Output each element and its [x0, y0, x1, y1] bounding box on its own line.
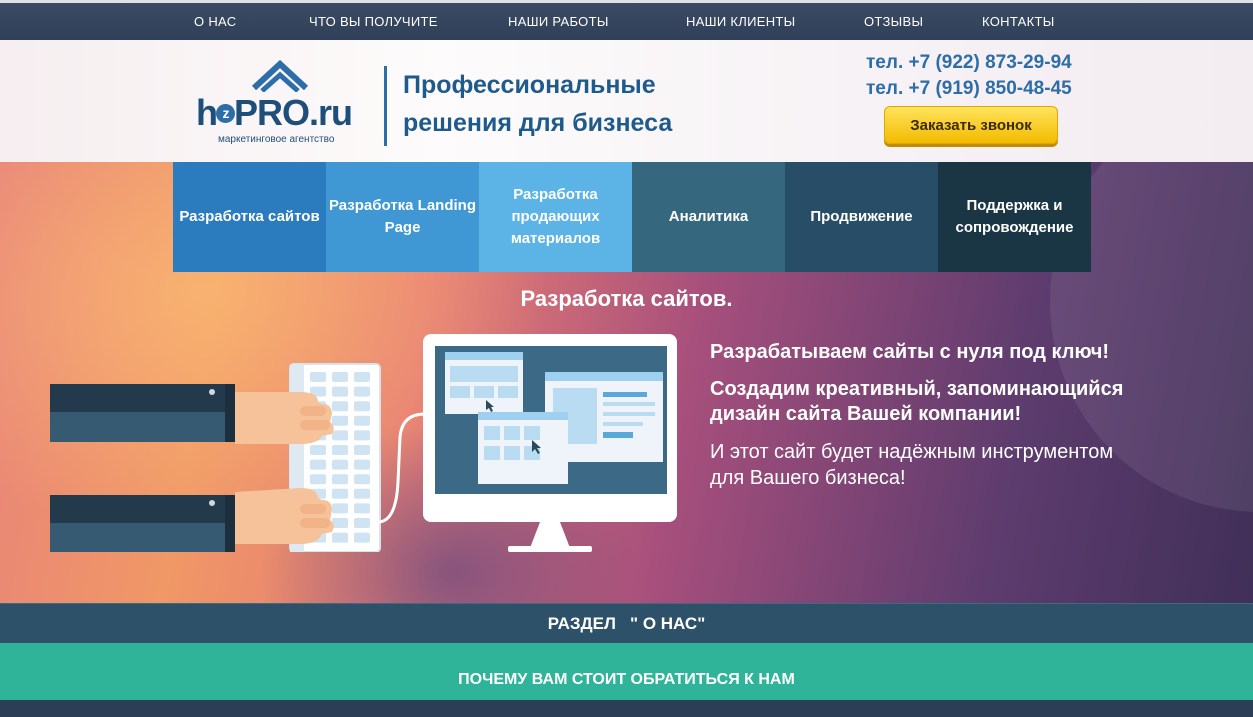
service-tab-promotion[interactable]: Продвижение — [785, 162, 938, 272]
site-header: h z PRO.ru маркетинговое агентство Професс… — [0, 40, 1253, 163]
keyboard-key — [354, 474, 370, 485]
nav-benefits[interactable]: ЧТО ВЫ ПОЛУЧИТЕ — [309, 14, 438, 29]
hero-title: Разработка сайтов. — [520, 286, 733, 311]
keyboard-key — [332, 430, 348, 441]
keyboard-key — [332, 415, 348, 426]
keyboard-key — [332, 474, 348, 485]
hero-paragraph-2: Создадим креативный, запоминающийся диза… — [710, 378, 1124, 425]
keyboard-key — [354, 503, 370, 514]
keyboard-key — [310, 445, 326, 455]
keyboard-key — [332, 459, 348, 470]
top-navigation: О НАС ЧТО ВЫ ПОЛУЧИТЕ НАШИ РАБОТЫ НАШИ К… — [0, 0, 1253, 40]
hero-paragraph-3: И этот сайт будет надёжным инструментом … — [710, 441, 1114, 489]
hero-copy: Разрабатываем сайты с нуля под ключ! Соз… — [710, 340, 1130, 491]
service-tab-landing[interactable]: Разработка Landing Page — [326, 162, 479, 272]
service-tab-websites[interactable]: Разработка сайтов — [173, 162, 326, 272]
keyboard-key — [354, 430, 370, 441]
keyboard-key — [354, 518, 370, 528]
logo-subtitle: маркетинговое агентство — [218, 134, 335, 145]
services-menu: Разработка сайтов Разработка Landing Pag… — [173, 162, 1091, 272]
keyboard-key — [332, 518, 348, 528]
logo[interactable]: h z PRO.ru маркетинговое агентство — [196, 58, 366, 148]
keyboard-key — [332, 372, 348, 382]
web-development-illustration — [50, 334, 677, 552]
keyboard-key — [332, 386, 348, 397]
left-sleeve-top — [50, 384, 235, 442]
keyboard-key — [354, 386, 370, 397]
nav-about[interactable]: О НАС — [194, 14, 236, 29]
keyboard-key — [332, 488, 348, 499]
section-why-us-header: ПОЧЕМУ ВАМ СТОИТ ОБРАТИТЬСЯ К НАМ — [0, 643, 1253, 700]
service-tab-sales-materials[interactable]: Разработка продающих материалов — [479, 162, 632, 272]
keyboard-key — [354, 488, 370, 499]
keyboard-key — [354, 401, 370, 412]
keyboard-key — [354, 445, 370, 455]
hero-paragraph-1: Разрабатываем сайты с нуля под ключ! — [710, 341, 1110, 363]
phone-number-1[interactable]: тел. +7 (922) 873-29-94 — [866, 50, 1072, 76]
keyboard-key — [354, 372, 370, 382]
header-divider — [384, 66, 387, 146]
keyboard-key — [310, 372, 326, 382]
keyboard-key — [332, 401, 348, 412]
keyboard-key — [354, 459, 370, 470]
nav-works[interactable]: НАШИ РАБОТЫ — [508, 14, 609, 29]
order-call-button[interactable]: Заказать звонок — [884, 106, 1058, 144]
hero-section: Разработка сайтов Разработка Landing Pag… — [0, 162, 1253, 603]
keyboard-key — [332, 445, 348, 455]
house-roof-icon — [251, 59, 309, 92]
nav-reviews[interactable]: ОТЗЫВЫ — [864, 14, 923, 29]
keyboard-key — [332, 503, 348, 514]
nav-contacts[interactable]: КОНТАКТЫ — [982, 14, 1055, 29]
phone-number-2[interactable]: тел. +7 (919) 850-48-45 — [866, 76, 1072, 102]
keyboard-key — [354, 415, 370, 426]
phone-block: тел. +7 (922) 873-29-94 тел. +7 (919) 85… — [866, 50, 1072, 102]
section-about-header: РАЗДЕЛ " О НАС" — [0, 603, 1253, 643]
left-sleeve-bottom — [50, 495, 235, 552]
nav-clients[interactable]: НАШИ КЛИЕНТЫ — [686, 14, 796, 29]
keyboard-key — [354, 532, 370, 543]
service-tab-support[interactable]: Поддержка и сопровождение — [938, 162, 1091, 272]
header-tagline: Профессиональные решения для бизнеса — [403, 71, 673, 137]
logo-wordmark: h z PRO.ru — [196, 92, 353, 133]
service-tab-analytics[interactable]: Аналитика — [632, 162, 785, 272]
keyboard-key — [332, 532, 348, 543]
monitor-icon — [423, 334, 677, 552]
keyboard-key — [310, 474, 326, 485]
keyboard-key — [310, 459, 326, 470]
